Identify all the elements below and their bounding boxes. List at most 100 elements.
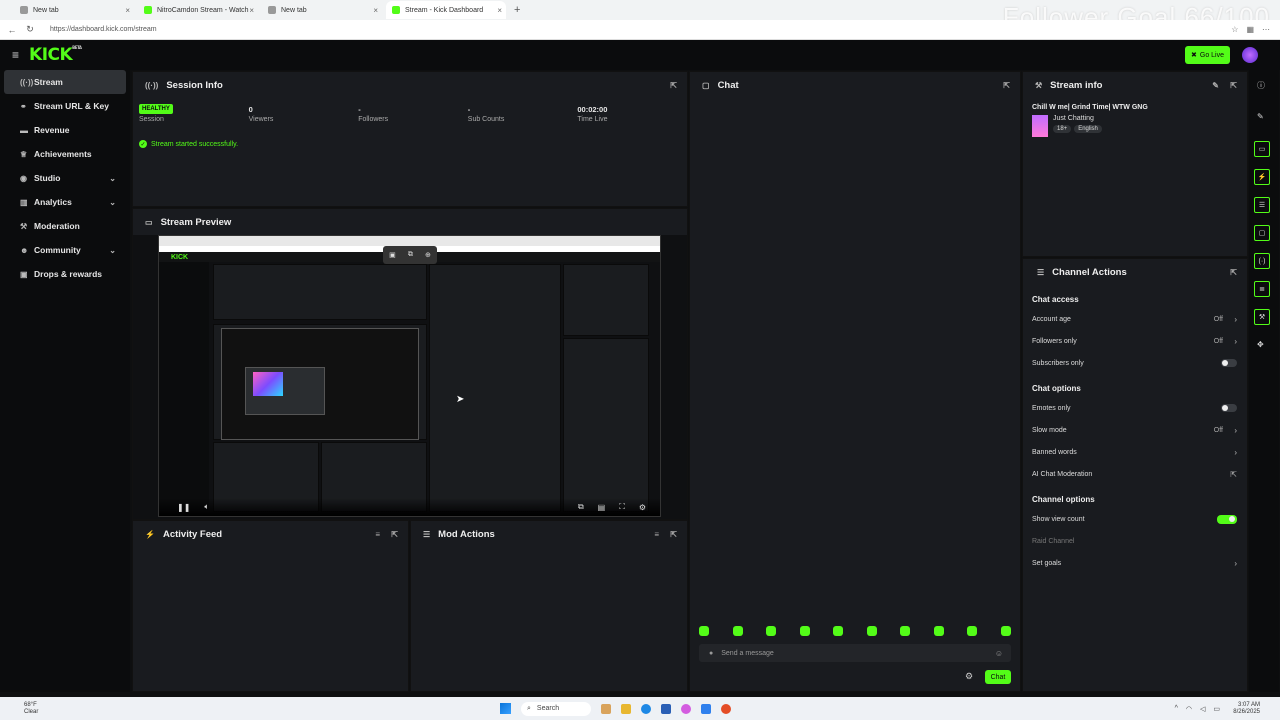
emote-icon[interactable] — [900, 626, 911, 636]
popout-icon[interactable]: ⇱ — [391, 530, 398, 539]
users-icon: ☻ — [20, 245, 29, 255]
list-icon[interactable]: ≣ — [1254, 281, 1270, 297]
channel-actions-panel: ☰ Channel Actions ⇱ Chat access Account ag… — [1022, 258, 1248, 692]
chat-settings-icon[interactable]: ⚙ — [965, 671, 973, 682]
lightning-icon: ⚡ — [145, 529, 155, 539]
go-live-button[interactable]: ✖ Go Live — [1185, 46, 1230, 64]
app-icon[interactable] — [701, 703, 711, 714]
user-avatar[interactable] — [1242, 47, 1258, 63]
broadcast-icon[interactable]: (·) — [1254, 253, 1270, 269]
close-icon[interactable]: × — [249, 6, 254, 15]
taskbar-search[interactable]: ⌕ Search — [521, 701, 591, 716]
set-goals-row[interactable]: Set goals › — [1023, 552, 1247, 574]
popout-icon[interactable]: ⇱ — [1230, 268, 1237, 277]
star-icon[interactable]: ☆ — [1231, 25, 1238, 34]
sidebar-item-drops[interactable]: ▣ Drops & rewards — [4, 262, 126, 286]
emote-icon[interactable] — [967, 626, 978, 636]
popout-icon[interactable]: ⇱ — [1230, 81, 1237, 90]
chat-send-button[interactable]: Chat — [985, 670, 1011, 684]
edge-browser-icon[interactable] — [641, 703, 651, 714]
sidebar-item-studio[interactable]: ◉ Studio ⌄ — [4, 166, 126, 190]
emote-icon[interactable] — [799, 626, 810, 636]
broadcast-icon: ((·)) — [145, 80, 159, 90]
widgets-icon[interactable] — [601, 703, 611, 714]
browser-tab[interactable]: New tab × — [14, 1, 134, 19]
browser-tab[interactable]: New tab × — [262, 1, 382, 19]
close-icon[interactable]: × — [373, 6, 378, 15]
volume-icon[interactable]: 🔈︎ — [204, 502, 209, 512]
menu-icon[interactable]: ⋯ — [1262, 25, 1270, 34]
ai-chat-moderation-row[interactable]: AI Chat Moderation ⇱ — [1023, 463, 1247, 485]
emote-icon[interactable] — [933, 626, 944, 636]
close-icon[interactable]: × — [497, 6, 502, 15]
list-icon[interactable]: ☰ — [1254, 197, 1270, 213]
sidebar-item-stream[interactable]: ((·)) Stream — [4, 70, 126, 94]
subscribers-only-toggle[interactable] — [1221, 359, 1237, 367]
lightning-icon[interactable]: ⚡ — [1254, 169, 1270, 185]
add-widget-icon[interactable]: ✥ — [1257, 340, 1264, 349]
wifi-icon[interactable]: ◠ — [1186, 705, 1192, 713]
followers-only-row[interactable]: Followers only Off › — [1023, 330, 1247, 352]
pause-icon[interactable]: ❚❚ — [177, 503, 190, 512]
emote-icon[interactable] — [866, 626, 877, 636]
sidebar-item-analytics[interactable]: ▥ Analytics ⌄ — [4, 190, 126, 214]
settings-gear-icon[interactable]: ⚙ — [639, 503, 646, 512]
store-icon[interactable] — [661, 703, 671, 714]
filter-icon[interactable]: ≡ — [375, 530, 380, 539]
chrome-icon[interactable] — [721, 703, 731, 714]
sidebar-item-revenue[interactable]: ▬ Revenue — [4, 118, 126, 142]
emote-icon[interactable] — [1000, 626, 1011, 636]
popout-icon[interactable]: ⇱ — [670, 530, 677, 539]
emote-icon[interactable] — [766, 626, 777, 636]
extensions-icon[interactable]: ▦ — [1246, 25, 1254, 34]
emote-icon[interactable] — [833, 626, 844, 636]
back-icon[interactable]: ← — [6, 25, 18, 35]
popout-icon[interactable]: ⇱ — [1003, 81, 1010, 90]
fullscreen-icon[interactable]: ⛶ — [619, 502, 625, 512]
new-tab-icon[interactable]: + — [514, 4, 520, 16]
info-icon[interactable]: ⓘ — [1257, 80, 1265, 91]
taskbar-clock[interactable]: 3:07 AM 8/26/2025 — [1233, 702, 1260, 716]
close-icon[interactable]: × — [125, 6, 130, 15]
panel-title: Session Info — [166, 79, 223, 91]
sidebar-item-achievements[interactable]: ♕ Achievements — [4, 142, 126, 166]
edit-pencil-icon[interactable]: ✎ — [1257, 112, 1264, 121]
filter-icon[interactable]: ≡ — [654, 530, 659, 539]
show-view-count-toggle[interactable] — [1217, 514, 1237, 524]
edit-pencil-icon[interactable]: ✎ — [1212, 81, 1219, 90]
copilot-icon[interactable] — [681, 703, 691, 714]
sidebar-item-moderation[interactable]: ⚒ Moderation — [4, 214, 126, 238]
chevron-right-icon: › — [1234, 336, 1237, 346]
stream-preview-video[interactable]: KICK ▣ ⧉ ⊕ ➤ ❚❚ 🔈︎ ⧉ ▤ ⛶ ⚙ — [158, 235, 661, 517]
emote-icon[interactable] — [699, 626, 709, 636]
sidebar-item-community[interactable]: ☻ Community ⌄ — [4, 238, 126, 262]
file-explorer-icon[interactable] — [621, 703, 631, 714]
browser-tab-active[interactable]: Stream - Kick Dashboard × — [386, 1, 506, 19]
wrench-icon[interactable]: ⚒ — [1254, 309, 1270, 325]
pip-icon[interactable]: ⧉ — [578, 502, 584, 512]
chat-bubble-icon[interactable]: ▢ — [1254, 225, 1270, 241]
weather-widget[interactable]: 68°F Clear — [24, 702, 38, 716]
emoji-icon[interactable]: ☺ — [995, 649, 1003, 658]
preview-float-controls[interactable]: ▣ ⧉ ⊕ — [383, 246, 437, 264]
chat-input[interactable]: ● Send a message ☺ — [699, 644, 1011, 662]
battery-icon[interactable]: ▭ — [1213, 705, 1220, 713]
banned-words-row[interactable]: Banned words › — [1023, 441, 1247, 463]
reload-icon[interactable]: ↻ — [24, 24, 36, 35]
volume-icon[interactable]: ◁ — [1200, 705, 1205, 713]
clip-icon[interactable]: ▤ — [598, 503, 606, 512]
kick-logo[interactable]: KICKBETA — [29, 45, 82, 65]
url-field[interactable]: https://dashboard.kick.com/stream — [50, 26, 157, 33]
account-age-row[interactable]: Account age Off › — [1023, 308, 1247, 330]
hamburger-menu-icon[interactable]: ≡ — [12, 48, 19, 62]
sidebar-item-stream-url[interactable]: ⚭ Stream URL & Key — [4, 94, 126, 118]
windows-start-icon[interactable] — [500, 703, 511, 714]
chevron-up-icon[interactable]: ^ — [1175, 705, 1178, 713]
slow-mode-row[interactable]: Slow mode Off › — [1023, 419, 1247, 441]
popout-icon[interactable]: ⇱ — [670, 81, 677, 90]
emotes-only-toggle[interactable] — [1221, 404, 1237, 412]
monitor-icon[interactable]: ▭ — [1254, 141, 1270, 157]
tab-label: New tab — [281, 6, 307, 14]
browser-tab[interactable]: NitroCamdon Stream - Watch × — [138, 1, 258, 19]
emote-icon[interactable] — [732, 626, 743, 636]
